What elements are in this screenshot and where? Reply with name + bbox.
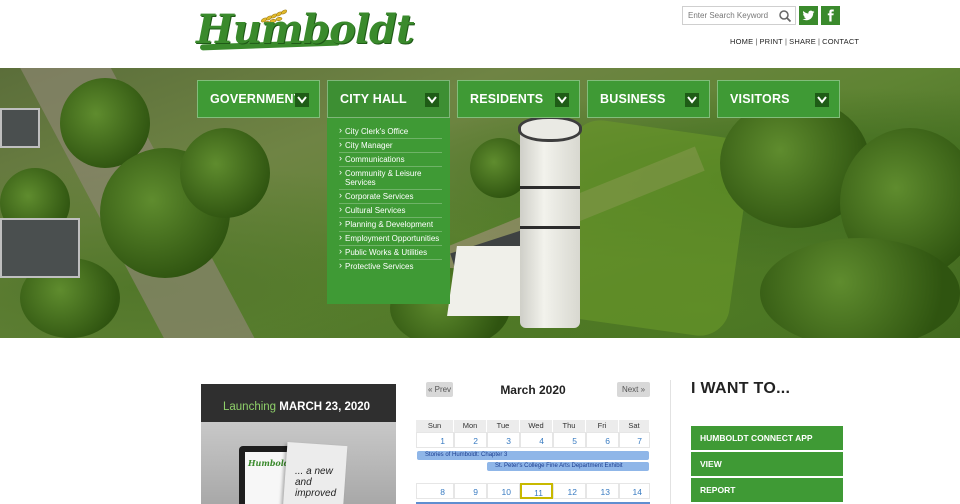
weekday-header: Tue: [487, 420, 520, 432]
twitter-button[interactable]: [799, 6, 818, 25]
calendar-event[interactable]: St. Peter's College Fine Arts Department…: [487, 462, 649, 471]
dropdown-item-city-clerks-office[interactable]: City Clerk's Office: [339, 125, 442, 139]
calendar-day[interactable]: 12: [553, 483, 586, 499]
weekday-header: Fri: [586, 420, 619, 432]
calendar-day[interactable]: 1: [416, 432, 454, 448]
logo-text: Humboldt: [196, 6, 414, 53]
launch-date: MARCH 23, 2020: [279, 401, 371, 413]
dropdown-item-public-works[interactable]: Public Works & Utilities: [339, 246, 442, 260]
chevron-down-icon[interactable]: [685, 93, 699, 107]
nav-business[interactable]: BUSINESS: [587, 80, 710, 118]
chevron-down-icon[interactable]: [815, 93, 829, 107]
calendar-day[interactable]: 9: [454, 483, 487, 499]
print-link[interactable]: PRINT: [759, 37, 783, 46]
chevron-down-icon[interactable]: [425, 93, 439, 107]
search-box: [682, 6, 796, 25]
calendar-event[interactable]: Stories of Humboldt: Chapter 3: [417, 451, 649, 460]
calendar-day[interactable]: 8: [416, 483, 454, 499]
nav-government[interactable]: GOVERNMENT: [197, 80, 320, 118]
nav-city-hall[interactable]: CITY HALL: [327, 80, 450, 118]
dropdown-item-city-manager[interactable]: City Manager: [339, 139, 442, 153]
dropdown-item-cultural-services[interactable]: Cultural Services: [339, 204, 442, 218]
launch-tagline: ... a new and improved: [295, 466, 337, 499]
contact-link[interactable]: CONTACT: [822, 37, 859, 46]
hero-house: [0, 218, 80, 278]
dropdown-item-protective-services[interactable]: Protective Services: [339, 260, 442, 273]
i-want-to-title: I WANT TO...: [691, 380, 791, 397]
calendar-day[interactable]: 2: [454, 432, 487, 448]
hero-water-tower-top: [518, 116, 582, 142]
calendar-day[interactable]: 4: [520, 432, 553, 448]
city-hall-dropdown: City Clerk's Office City Manager Communi…: [327, 118, 450, 304]
hero-tower-band: [520, 226, 580, 229]
humboldt-connect-app-button[interactable]: HUMBOLDT CONNECT APP: [691, 426, 843, 450]
calendar-day[interactable]: 13: [586, 483, 619, 499]
calendar-day[interactable]: 10: [487, 483, 520, 499]
view-button[interactable]: VIEW: [691, 452, 843, 476]
share-link[interactable]: SHARE: [789, 37, 816, 46]
calendar-next-button[interactable]: Next »: [617, 382, 650, 397]
search-input[interactable]: [683, 7, 777, 24]
twitter-icon: [802, 10, 815, 21]
dropdown-item-corporate-services[interactable]: Corporate Services: [339, 190, 442, 204]
utility-links: HOME | PRINT | SHARE | CONTACT: [730, 37, 859, 46]
calendar-day-today[interactable]: 11: [520, 483, 553, 499]
dropdown-item-communications[interactable]: Communications: [339, 153, 442, 167]
dropdown-item-community-leisure[interactable]: Community & Leisure Services: [339, 167, 442, 190]
nav-label: BUSINESS: [600, 92, 666, 106]
header: Humboldt HOME|PRINT|SHARE|CONTACT: [0, 0, 960, 68]
search-icon[interactable]: [778, 9, 792, 23]
chevron-down-icon[interactable]: [555, 93, 569, 107]
dropdown-item-planning-development[interactable]: Planning & Development: [339, 218, 442, 232]
i-want-to-panel: I WANT TO... HUMBOLDT CONNECT APP VIEW R…: [691, 380, 843, 504]
divider: [670, 380, 671, 504]
calendar-month-title: March 2020: [500, 383, 566, 397]
logo[interactable]: Humboldt: [196, 6, 414, 56]
calendar-day[interactable]: 6: [586, 432, 619, 448]
calendar-day[interactable]: 14: [619, 483, 650, 499]
home-link[interactable]: HOME: [730, 37, 753, 46]
nav-visitors[interactable]: VISITORS: [717, 80, 840, 118]
events-calendar: « Prev March 2020 Next » Sun Mon Tue Wed…: [416, 380, 650, 504]
launch-title: Launching MARCH 23, 2020: [223, 401, 370, 413]
weekday-header: Mon: [454, 420, 487, 432]
hero-tower-band: [520, 186, 580, 189]
dropdown-item-employment[interactable]: Employment Opportunities: [339, 232, 442, 246]
report-button[interactable]: REPORT: [691, 478, 843, 502]
calendar-day[interactable]: 3: [487, 432, 520, 448]
calendar-day[interactable]: 7: [619, 432, 650, 448]
facebook-icon: [827, 9, 834, 22]
calendar-prev-button[interactable]: « Prev: [426, 382, 453, 397]
weekday-header: Sun: [416, 420, 454, 432]
nav-label: GOVERNMENT: [210, 92, 302, 106]
nav-residents[interactable]: RESIDENTS: [457, 80, 580, 118]
launch-promo[interactable]: Launching MARCH 23, 2020 Humboldt ... a …: [201, 384, 396, 504]
page: Humboldt HOME|PRINT|SHARE|CONTACT: [0, 0, 960, 504]
hero-house: [0, 108, 40, 148]
hero-tree: [760, 238, 960, 338]
nav-label: VISITORS: [730, 92, 790, 106]
weekday-header: Sat: [619, 420, 650, 432]
facebook-button[interactable]: [821, 6, 840, 25]
nav-label: CITY HALL: [340, 92, 407, 106]
calendar-day[interactable]: 5: [553, 432, 586, 448]
launch-prefix: Launching: [223, 401, 277, 413]
chevron-down-icon[interactable]: [295, 93, 309, 107]
hero-tree: [180, 128, 270, 218]
nav-label: RESIDENTS: [470, 92, 544, 106]
weekday-header: Thu: [553, 420, 586, 432]
weekday-header: Wed: [520, 420, 553, 432]
